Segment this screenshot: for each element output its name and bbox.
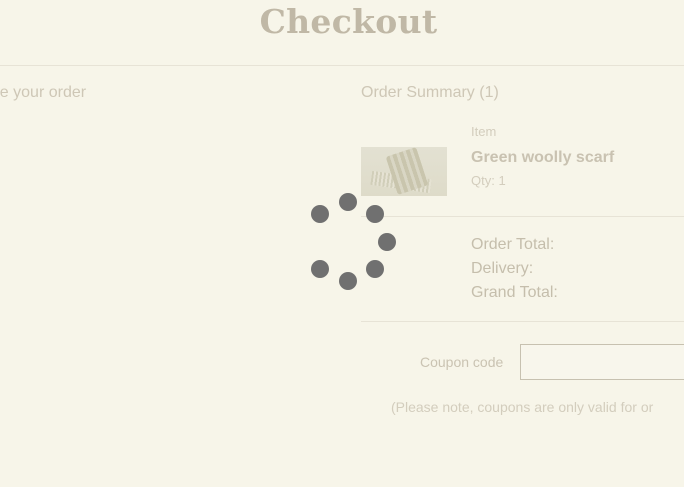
coupon-code-label: Coupon code <box>420 354 504 370</box>
spinner-dot <box>366 260 384 278</box>
order-total-label: Order Total: <box>471 236 555 253</box>
spinner-dot <box>378 233 396 251</box>
checkout-page: Checkout plete your order Order Summary … <box>0 0 684 487</box>
totals-list: Order Total: Delivery: Grand Total: <box>471 235 558 307</box>
item-label: Item <box>471 124 497 139</box>
item-name: Green woolly scarf <box>471 149 615 166</box>
complete-order-heading: plete your order <box>0 84 87 101</box>
grand-total-label: Grand Total: <box>471 284 558 301</box>
spinner-dot <box>311 260 329 278</box>
page-title: Checkout <box>259 2 438 41</box>
summary-divider <box>361 216 684 217</box>
coupon-note: (Please note, coupons are only valid for… <box>391 399 654 415</box>
item-quantity: Qty: 1 <box>471 173 506 188</box>
spinner-dot <box>339 272 357 290</box>
spinner-dot <box>366 205 384 223</box>
spinner-dot <box>311 205 329 223</box>
header-divider <box>0 65 684 66</box>
order-summary-heading: Order Summary (1) <box>361 84 499 101</box>
delivery-label: Delivery: <box>471 260 534 277</box>
totals-divider <box>361 321 684 322</box>
coupon-code-input[interactable] <box>520 344 684 380</box>
loading-spinner-icon <box>303 186 403 296</box>
spinner-dot <box>339 193 357 211</box>
